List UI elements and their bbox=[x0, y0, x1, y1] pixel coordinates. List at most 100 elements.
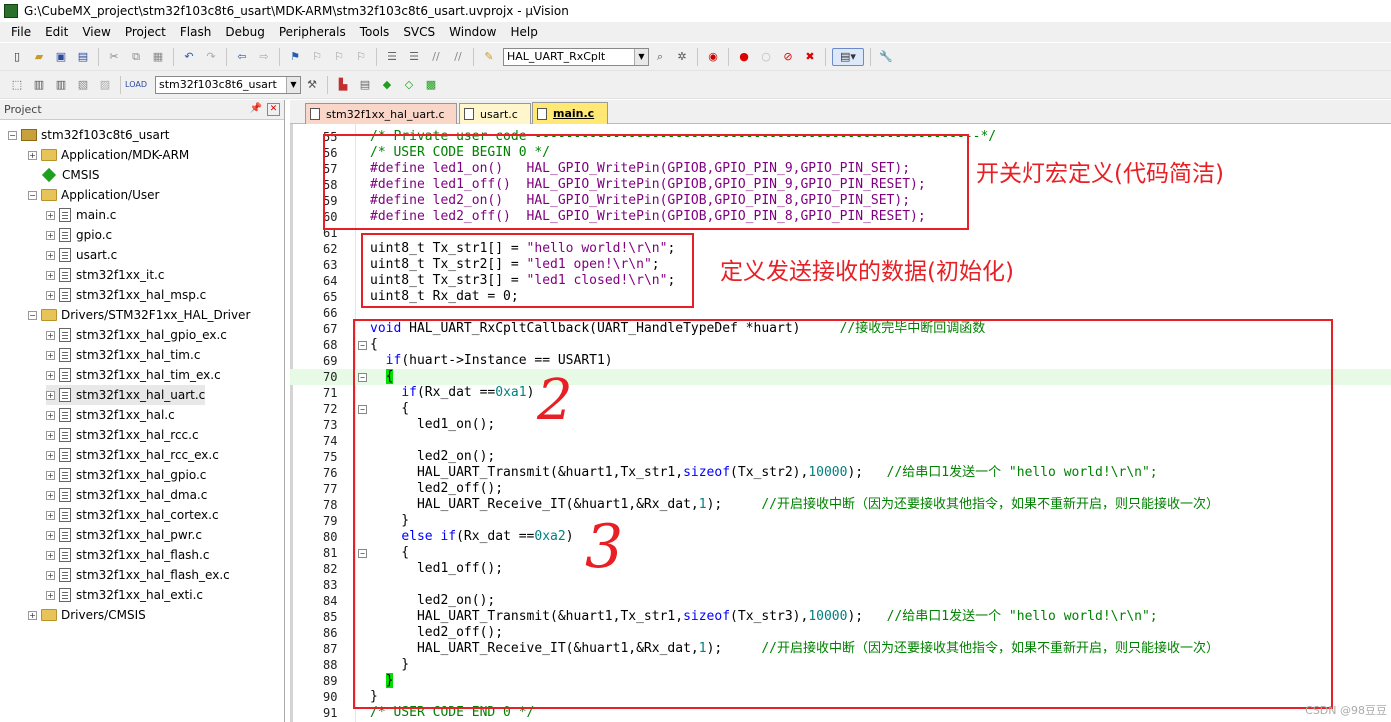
expand-icon[interactable]: + bbox=[46, 470, 55, 480]
prev-bookmark-icon[interactable]: ⚐ bbox=[308, 48, 326, 66]
tree-file-item[interactable]: + stm32f1xx_hal_rcc.c bbox=[46, 425, 199, 445]
chevron-down-icon[interactable]: ▼ bbox=[634, 48, 648, 65]
expand-icon[interactable]: + bbox=[46, 350, 55, 360]
expand-icon[interactable]: + bbox=[46, 370, 55, 380]
stop-build-icon[interactable]: ▨ bbox=[96, 76, 114, 94]
tree-file-item[interactable]: + stm32f1xx_hal_msp.c bbox=[46, 285, 206, 305]
tree-group-item[interactable]: − Drivers/STM32F1xx_HAL_Driver bbox=[28, 305, 250, 325]
save-all-icon[interactable]: ▤ bbox=[74, 48, 92, 66]
expand-icon[interactable]: + bbox=[28, 150, 37, 160]
pack-installer-icon[interactable]: ◇ bbox=[400, 76, 418, 94]
target-select[interactable]: stm32f103c8t6_usart ▼ bbox=[155, 75, 301, 94]
collapse-icon[interactable]: − bbox=[8, 130, 17, 140]
expand-icon[interactable]: + bbox=[46, 410, 55, 420]
tree-group-item[interactable]: CMSIS bbox=[28, 165, 100, 185]
nav-back-icon[interactable]: ⇦ bbox=[233, 48, 251, 66]
undo-icon[interactable]: ↶ bbox=[180, 48, 198, 66]
new-file-icon[interactable]: ▯ bbox=[8, 48, 26, 66]
expand-icon[interactable]: + bbox=[46, 250, 55, 260]
debug-session-icon[interactable]: ◉ bbox=[704, 48, 722, 66]
clear-bookmarks-icon[interactable]: ⚐ bbox=[352, 48, 370, 66]
tree-file-item[interactable]: + stm32f1xx_hal_tim.c bbox=[46, 345, 200, 365]
menu-item-edit[interactable]: Edit bbox=[38, 25, 75, 39]
find-combo[interactable]: HAL_UART_RxCplt ▼ bbox=[503, 47, 649, 66]
expand-icon[interactable]: + bbox=[46, 430, 55, 440]
pin-icon[interactable]: 📌 bbox=[250, 103, 262, 114]
tree-file-item[interactable]: + gpio.c bbox=[46, 225, 112, 245]
menu-item-window[interactable]: Window bbox=[442, 25, 503, 39]
menu-item-project[interactable]: Project bbox=[118, 25, 173, 39]
menu-item-peripherals[interactable]: Peripherals bbox=[272, 25, 353, 39]
tree-file-item[interactable]: + stm32f1xx_hal_gpio.c bbox=[46, 465, 206, 485]
comment-icon[interactable]: // bbox=[427, 48, 445, 66]
copy-icon[interactable]: ⧉ bbox=[127, 48, 145, 66]
menu-item-debug[interactable]: Debug bbox=[218, 25, 271, 39]
tree-file-item[interactable]: + stm32f1xx_it.c bbox=[46, 265, 164, 285]
breakpoint-icon[interactable]: ● bbox=[735, 48, 753, 66]
expand-icon[interactable]: + bbox=[46, 530, 55, 540]
tree-group-item[interactable]: + Application/MDK-ARM bbox=[28, 145, 189, 165]
disable-breakpoint-icon[interactable]: ○ bbox=[757, 48, 775, 66]
menu-item-view[interactable]: View bbox=[75, 25, 117, 39]
chevron-down-icon[interactable]: ▼ bbox=[286, 76, 300, 93]
expand-icon[interactable]: + bbox=[46, 570, 55, 580]
window-config-icon[interactable]: ▤▾ bbox=[832, 47, 864, 66]
menu-item-file[interactable]: File bbox=[4, 25, 38, 39]
tree-file-item[interactable]: + stm32f1xx_hal.c bbox=[46, 405, 175, 425]
expand-icon[interactable]: + bbox=[46, 490, 55, 500]
tree-file-item[interactable]: + stm32f1xx_hal_dma.c bbox=[46, 485, 207, 505]
cut-icon[interactable]: ✂ bbox=[105, 48, 123, 66]
find-icon[interactable]: ⌕ bbox=[651, 48, 669, 66]
collapse-icon[interactable]: − bbox=[28, 310, 37, 320]
tab-main-c[interactable]: main.c bbox=[532, 102, 608, 124]
expand-icon[interactable]: + bbox=[46, 330, 55, 340]
tree-file-item[interactable]: + stm32f1xx_hal_exti.c bbox=[46, 585, 203, 605]
tree-file-item[interactable]: + stm32f1xx_hal_cortex.c bbox=[46, 505, 219, 525]
configure-icon[interactable]: 🔧 bbox=[877, 48, 895, 66]
redo-icon[interactable]: ↷ bbox=[202, 48, 220, 66]
next-bookmark-icon[interactable]: ⚐ bbox=[330, 48, 348, 66]
expand-icon[interactable]: + bbox=[46, 590, 55, 600]
menu-item-flash[interactable]: Flash bbox=[173, 25, 218, 39]
tree-file-item[interactable]: + stm32f1xx_hal_flash_ex.c bbox=[46, 565, 230, 585]
file-extensions-icon[interactable]: ▤ bbox=[356, 76, 374, 94]
save-icon[interactable]: ▣ bbox=[52, 48, 70, 66]
incremental-find-icon[interactable]: ✲ bbox=[673, 48, 691, 66]
open-file-icon[interactable]: ▰ bbox=[30, 48, 48, 66]
close-icon[interactable]: ✕ bbox=[267, 103, 280, 116]
find-in-files-icon[interactable]: ✎ bbox=[480, 48, 498, 66]
bookmark-icon[interactable]: ⚑ bbox=[286, 48, 304, 66]
tree-file-item[interactable]: + main.c bbox=[46, 205, 116, 225]
tree-group-item[interactable]: + Drivers/CMSIS bbox=[28, 605, 146, 625]
tab-usart-c[interactable]: usart.c bbox=[459, 103, 531, 124]
expand-icon[interactable]: + bbox=[46, 230, 55, 240]
expand-icon[interactable]: + bbox=[46, 450, 55, 460]
expand-icon[interactable]: + bbox=[46, 290, 55, 300]
expand-icon[interactable]: + bbox=[46, 270, 55, 280]
tree-file-item[interactable]: + stm32f1xx_hal_flash.c bbox=[46, 545, 209, 565]
nav-forward-icon[interactable]: ⇨ bbox=[255, 48, 273, 66]
tab-stm32f1xx_hal_uart-c[interactable]: stm32f1xx_hal_uart.c bbox=[305, 103, 457, 124]
build-icon[interactable]: ▥ bbox=[30, 76, 48, 94]
expand-icon[interactable]: + bbox=[28, 610, 37, 620]
target-options-icon[interactable]: ⚒ bbox=[303, 76, 321, 94]
select-software-packs-icon[interactable]: ◆ bbox=[378, 76, 396, 94]
expand-icon[interactable]: + bbox=[46, 550, 55, 560]
indent-icon[interactable]: ☰ bbox=[383, 48, 401, 66]
tree-file-item[interactable]: + usart.c bbox=[46, 245, 117, 265]
expand-icon[interactable]: + bbox=[46, 510, 55, 520]
tree-group-item[interactable]: − Application/User bbox=[28, 185, 159, 205]
tree-file-item[interactable]: + stm32f1xx_hal_rcc_ex.c bbox=[46, 445, 219, 465]
uncomment-icon[interactable]: // bbox=[449, 48, 467, 66]
paste-icon[interactable]: ▦ bbox=[149, 48, 167, 66]
tree-root[interactable]: − stm32f103c8t6_usart bbox=[8, 125, 169, 145]
menu-item-svcs[interactable]: SVCS bbox=[396, 25, 442, 39]
manage-components-icon[interactable]: ▙ bbox=[334, 76, 352, 94]
unindent-icon[interactable]: ☰ bbox=[405, 48, 423, 66]
expand-icon[interactable]: + bbox=[46, 390, 55, 400]
tree-file-item[interactable]: + stm32f1xx_hal_uart.c bbox=[46, 385, 206, 405]
kill-breakpoints-icon[interactable]: ✖ bbox=[801, 48, 819, 66]
translate-icon[interactable]: ⬚ bbox=[8, 76, 26, 94]
tree-file-item[interactable]: + stm32f1xx_hal_tim_ex.c bbox=[46, 365, 221, 385]
menu-item-help[interactable]: Help bbox=[503, 25, 544, 39]
